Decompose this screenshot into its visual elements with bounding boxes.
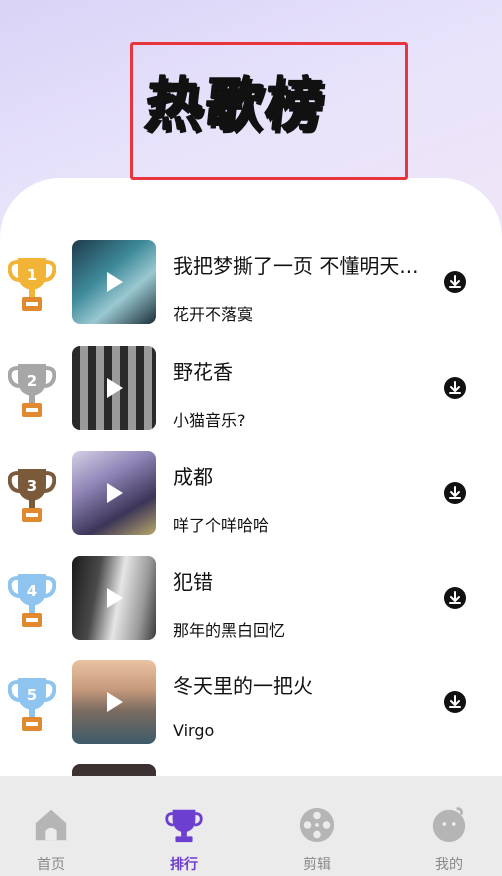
album-cover[interactable]	[72, 346, 156, 430]
song-row[interactable]: 5 冬天里的一把火 Virgo	[0, 660, 502, 744]
song-artist: 小猫音乐?	[173, 411, 246, 430]
song-artist: 花开不落寞	[173, 305, 254, 324]
album-cover[interactable]	[72, 451, 156, 535]
nav-label: 剪辑	[303, 857, 331, 873]
film-reel-icon	[299, 807, 335, 843]
download-icon[interactable]	[444, 482, 466, 504]
rank-number: 5	[27, 686, 37, 704]
play-icon[interactable]	[107, 272, 123, 292]
album-cover[interactable]	[72, 240, 156, 324]
profile-face-icon	[432, 807, 466, 843]
download-icon[interactable]	[444, 377, 466, 399]
nav-edit[interactable]: 剪辑	[282, 806, 352, 876]
song-title: 我把梦撕了一页 不懂明天...	[173, 254, 419, 278]
rank-number: 3	[27, 477, 37, 495]
nav-label: 排行	[170, 857, 198, 873]
play-icon[interactable]	[107, 378, 123, 398]
home-icon	[35, 809, 67, 841]
song-row[interactable]: 4 犯错 那年的黑白回忆	[0, 556, 502, 640]
trophy-icon	[165, 809, 203, 843]
trophy-blue-icon: 4	[8, 574, 56, 627]
page-title: 热歌榜	[141, 71, 330, 139]
rank-number: 2	[27, 372, 37, 390]
song-title: 成都	[173, 465, 213, 489]
album-cover[interactable]	[72, 660, 156, 744]
play-icon[interactable]	[107, 483, 123, 503]
song-title: 野花香	[173, 360, 233, 384]
nav-label: 首页	[37, 857, 65, 873]
nav-label: 我的	[435, 857, 463, 873]
song-row[interactable]: 3 成都 咩了个咩哈哈	[0, 451, 502, 535]
song-title: 冬天里的一把火	[173, 674, 313, 698]
nav-home[interactable]: 首页	[16, 806, 86, 876]
bottom-navigation: 首页 排行 剪辑 我的	[0, 776, 502, 876]
song-artist: 那年的黑白回忆	[173, 621, 286, 640]
download-icon[interactable]	[444, 691, 466, 713]
song-title: 犯错	[173, 570, 213, 594]
album-cover[interactable]	[72, 556, 156, 640]
trophy-silver-icon: 2	[8, 364, 56, 417]
trophy-bronze-icon: 3	[8, 469, 56, 522]
song-artist: Virgo	[173, 721, 215, 740]
song-row[interactable]: 1 我把梦撕了一页 不懂明天... 花开不落寞	[0, 240, 502, 324]
trophy-blue-icon: 5	[8, 678, 56, 731]
play-icon[interactable]	[107, 588, 123, 608]
download-icon[interactable]	[444, 587, 466, 609]
download-icon[interactable]	[444, 271, 466, 293]
trophy-gold-icon: 1	[8, 258, 56, 311]
rank-number: 1	[27, 266, 37, 284]
play-icon[interactable]	[107, 692, 123, 712]
song-row[interactable]: 2 野花香 小猫音乐?	[0, 346, 502, 430]
nav-ranking[interactable]: 排行	[149, 806, 219, 876]
nav-profile[interactable]: 我的	[414, 806, 484, 876]
rank-number: 4	[27, 582, 37, 600]
song-artist: 咩了个咩哈哈	[173, 516, 270, 535]
